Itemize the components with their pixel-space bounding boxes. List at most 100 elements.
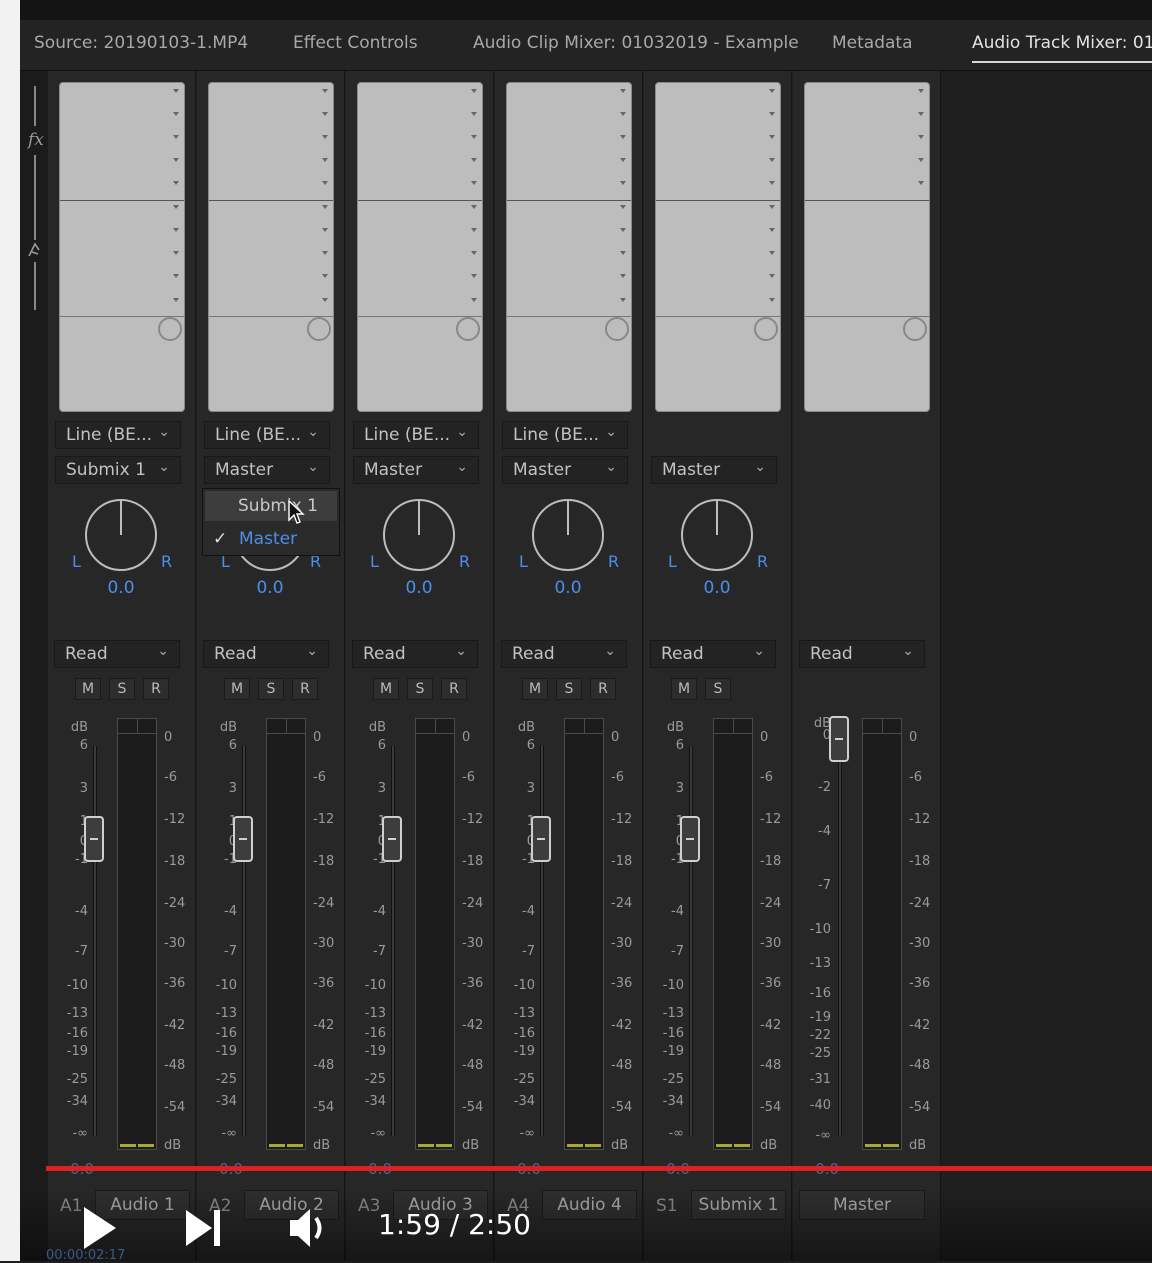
fx-slot-arrow-icon[interactable] (322, 135, 328, 139)
send-level-knob[interactable] (605, 317, 629, 341)
fx-slot-arrow-icon[interactable] (471, 158, 477, 162)
fx-slot-arrow-icon[interactable] (322, 89, 328, 93)
fx-slot-arrow-icon[interactable] (471, 298, 477, 302)
play-icon[interactable] (80, 1205, 120, 1251)
fx-slot-arrow-icon[interactable] (173, 112, 179, 116)
fader-handle[interactable] (233, 816, 253, 862)
pan-knob[interactable] (532, 499, 604, 571)
solo-button[interactable]: S (258, 678, 284, 700)
send-level-knob[interactable] (158, 317, 182, 341)
fx-slot-arrow-icon[interactable] (322, 205, 328, 209)
output-select[interactable]: Master ⌄ (502, 456, 628, 484)
fx-slot-arrow-icon[interactable] (918, 112, 924, 116)
record-button[interactable]: R (143, 678, 169, 700)
fx-slot-arrow-icon[interactable] (471, 251, 477, 255)
fx-slot-arrow-icon[interactable] (620, 228, 626, 232)
fx-icon[interactable]: fx (28, 130, 44, 150)
fader-handle[interactable] (680, 816, 700, 862)
fx-slot-arrow-icon[interactable] (173, 181, 179, 185)
fx-slot-arrow-icon[interactable] (620, 135, 626, 139)
output-select[interactable]: Master ⌄ (204, 456, 330, 484)
volume-fader[interactable]: dB 0 -2 -4 -7 -10 -13 -16 -19 -22 -25 -31 -40 -∞ 0 -6 -1… (801, 716, 930, 1158)
solo-button[interactable]: S (556, 678, 582, 700)
menu-item-submix-1[interactable]: Submix 1 (205, 491, 337, 521)
next-icon[interactable] (184, 1208, 224, 1248)
send-level-knob[interactable] (754, 317, 778, 341)
automation-mode-select[interactable]: Read ⌄ (352, 640, 478, 668)
tab-metadata[interactable]: Metadata (832, 33, 913, 53)
fx-slot-arrow-icon[interactable] (173, 89, 179, 93)
pan-value[interactable]: 0.0 (81, 578, 161, 598)
sends-icon[interactable] (26, 240, 44, 260)
fx-slot-arrow-icon[interactable] (322, 298, 328, 302)
pan-value[interactable]: 0.0 (677, 578, 757, 598)
pan-value[interactable]: 0.0 (528, 578, 608, 598)
fx-slot-arrow-icon[interactable] (918, 181, 924, 185)
effects-sends-box[interactable] (357, 82, 483, 412)
fx-slot-arrow-icon[interactable] (769, 251, 775, 255)
output-select[interactable]: Master ⌄ (651, 456, 777, 484)
automation-mode-select[interactable]: Read ⌄ (501, 640, 627, 668)
mute-button[interactable]: M (75, 678, 101, 700)
fx-slot-arrow-icon[interactable] (918, 135, 924, 139)
fx-slot-arrow-icon[interactable] (322, 251, 328, 255)
record-button[interactable]: R (590, 678, 616, 700)
fx-slot-arrow-icon[interactable] (918, 89, 924, 93)
send-level-knob[interactable] (903, 317, 927, 341)
solo-button[interactable]: S (109, 678, 135, 700)
fx-slot-arrow-icon[interactable] (322, 181, 328, 185)
fx-slot-arrow-icon[interactable] (173, 205, 179, 209)
fx-slot-arrow-icon[interactable] (471, 228, 477, 232)
fx-slot-arrow-icon[interactable] (471, 112, 477, 116)
fx-slot-arrow-icon[interactable] (173, 251, 179, 255)
fx-slot-arrow-icon[interactable] (620, 112, 626, 116)
fx-slot-arrow-icon[interactable] (173, 274, 179, 278)
mute-button[interactable]: M (224, 678, 250, 700)
fx-slot-arrow-icon[interactable] (620, 89, 626, 93)
mute-button[interactable]: M (373, 678, 399, 700)
fx-slot-arrow-icon[interactable] (769, 112, 775, 116)
fx-slot-arrow-icon[interactable] (322, 158, 328, 162)
output-assignment-menu[interactable]: Submix 1 ✓ Master (202, 488, 340, 556)
input-select[interactable]: Line (BE... ⌄ (55, 421, 181, 449)
mute-button[interactable]: M (522, 678, 548, 700)
tab-effect-controls[interactable]: Effect Controls (293, 33, 418, 53)
fader-handle[interactable] (382, 816, 402, 862)
tab-audio-track-mixer[interactable]: Audio Track Mixer: 010 (972, 33, 1152, 63)
automation-mode-select[interactable]: Read ⌄ (650, 640, 776, 668)
record-button[interactable]: R (292, 678, 318, 700)
fx-slot-arrow-icon[interactable] (471, 274, 477, 278)
effects-sends-box[interactable] (208, 82, 334, 412)
tab-audio-clip-mixer[interactable]: Audio Clip Mixer: 01032019 - Example (473, 33, 799, 53)
pan-knob[interactable] (681, 499, 753, 571)
fx-slot-arrow-icon[interactable] (769, 89, 775, 93)
fx-slot-arrow-icon[interactable] (769, 228, 775, 232)
fx-slot-arrow-icon[interactable] (620, 205, 626, 209)
effects-sends-box[interactable] (655, 82, 781, 412)
volume-fader[interactable]: dB6310-1-4-7-10-13-16-19-25-34-∞0-6-12-1… (652, 718, 781, 1158)
pan-knob[interactable] (383, 499, 455, 571)
fader-handle[interactable] (84, 816, 104, 862)
volume-icon[interactable] (288, 1206, 334, 1250)
effects-sends-box[interactable] (804, 82, 930, 412)
send-level-knob[interactable] (307, 317, 331, 341)
fx-slot-arrow-icon[interactable] (769, 135, 775, 139)
tab-source[interactable]: Source: 20190103-1.MP4 (34, 33, 248, 53)
record-button[interactable]: R (441, 678, 467, 700)
effects-sends-box[interactable] (59, 82, 185, 412)
fx-slot-arrow-icon[interactable] (471, 181, 477, 185)
volume-fader[interactable]: dB6310-1-4-7-10-13-16-19-25-34-∞0-6-12-1… (354, 718, 483, 1158)
fx-slot-arrow-icon[interactable] (769, 274, 775, 278)
mute-button[interactable]: M (671, 678, 697, 700)
fx-slot-arrow-icon[interactable] (173, 228, 179, 232)
video-progress-bar[interactable] (46, 1166, 1152, 1171)
fx-slot-arrow-icon[interactable] (769, 181, 775, 185)
effects-sends-box[interactable] (506, 82, 632, 412)
automation-mode-select[interactable]: Read ⌄ (54, 640, 180, 668)
fx-slot-arrow-icon[interactable] (620, 181, 626, 185)
fx-slot-arrow-icon[interactable] (769, 205, 775, 209)
solo-button[interactable]: S (407, 678, 433, 700)
fx-slot-arrow-icon[interactable] (173, 158, 179, 162)
automation-mode-select[interactable]: Read ⌄ (203, 640, 329, 668)
volume-fader[interactable]: dB6310-1-4-7-10-13-16-19-25-34-∞0-6-12-1… (205, 718, 334, 1158)
